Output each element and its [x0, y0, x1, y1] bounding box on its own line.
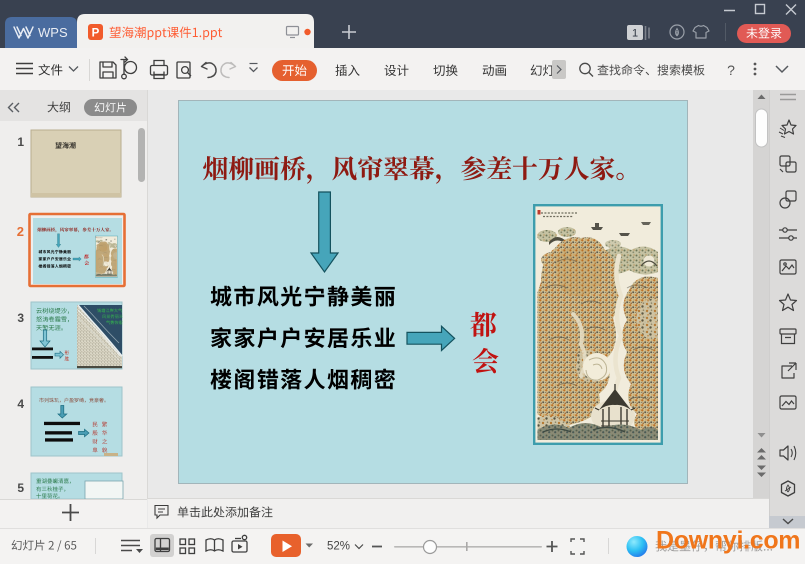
svg-text:WPS: WPS — [38, 25, 68, 40]
svg-text:4: 4 — [17, 397, 24, 411]
svg-text:5: 5 — [17, 481, 24, 495]
svg-text:3: 3 — [17, 311, 24, 325]
svg-text:P: P — [92, 28, 100, 40]
svg-text:Downyi.com: Downyi.com — [656, 527, 800, 555]
svg-text:1: 1 — [17, 135, 24, 149]
svg-text:1: 1 — [632, 28, 638, 40]
svg-text:2: 2 — [17, 224, 24, 239]
svg-text:?: ? — [727, 62, 735, 78]
svg-text:52%: 52% — [327, 541, 350, 553]
